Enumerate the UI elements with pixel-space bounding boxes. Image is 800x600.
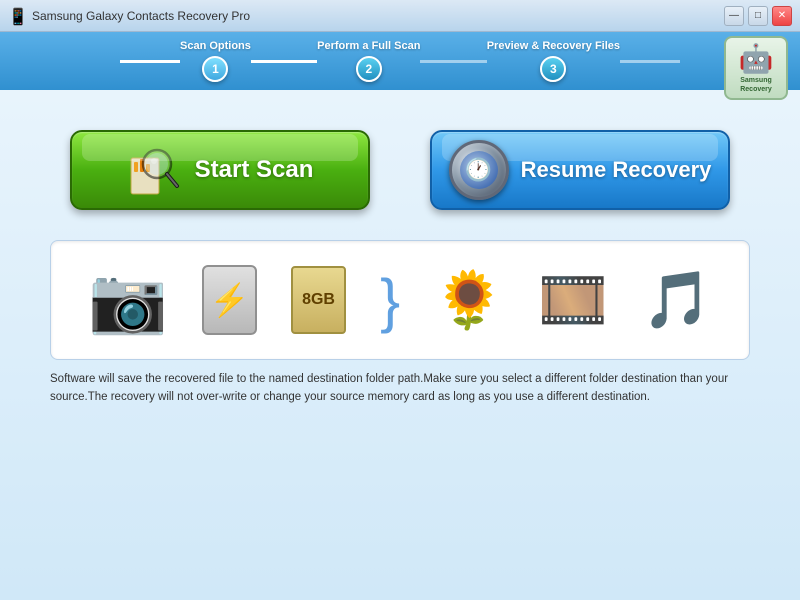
resume-recovery-label: Resume Recovery [521,157,712,183]
window-controls: — □ ✕ [724,6,792,26]
step-1-label: Scan Options [180,40,251,52]
titlebar: 📱 Samsung Galaxy Contacts Recovery Pro —… [0,0,800,32]
main-content: Start Scan 🕐 Resume Recovery 📷 ⚡ 8GB [0,90,800,600]
photos-icon: 🌻 [434,267,504,333]
step-3: Preview & Recovery Files 3 [487,40,620,82]
step-line-2-3 [420,60,486,63]
music-strip: 🎵 [642,267,712,333]
window-title: Samsung Galaxy Contacts Recovery Pro [32,9,724,23]
step-2: Perform a Full Scan 2 [317,40,420,82]
icons-strip: 📷 ⚡ 8GB } 🌻 🎞️ 🎵 [50,240,750,360]
step-3-label: Preview & Recovery Files [487,40,620,52]
bracket-icon: } [380,266,400,335]
scan-magnifier-icon [127,142,183,198]
film-strip-icon: 🎞️ [538,267,608,333]
sd-card-icon: 8GB [291,266,346,334]
samsung-logo-icon: 🤖 [739,42,774,75]
photos-strip: 🌻 [434,267,504,333]
step-2-circle: 2 [356,56,382,82]
close-button[interactable]: ✕ [772,6,792,26]
buttons-row: Start Scan 🕐 Resume Recovery [70,130,730,210]
step-2-label: Perform a Full Scan [317,40,420,52]
samsung-recovery-logo: 🤖 Samsung Recovery [724,36,788,100]
stepbar: Scan Options 1 Perform a Full Scan 2 Pre… [0,32,800,90]
film-icon: 🎞️ [538,267,608,333]
camera-icon-strip: 📷 [88,263,168,338]
resume-recovery-button[interactable]: 🕐 Resume Recovery [430,130,730,210]
steps-container: Scan Options 1 Perform a Full Scan 2 Pre… [120,40,680,82]
music-icon: 🎵 [642,267,712,333]
usb-drive-strip: ⚡ [202,265,257,335]
time-machine-icon: 🕐 [449,140,509,200]
step-line-before-1 [120,60,180,63]
time-machine-inner: 🕐 [460,151,498,189]
start-scan-label: Start Scan [195,156,314,184]
maximize-button[interactable]: □ [748,6,768,26]
app-icon: 📱 [8,7,26,25]
camera-icon: 📷 [88,263,168,338]
start-scan-button[interactable]: Start Scan [70,130,370,210]
sd-card-label: 8GB [302,291,335,309]
sd-card-strip: 8GB [291,266,346,334]
minimize-button[interactable]: — [724,6,744,26]
step-1: Scan Options 1 [180,40,251,82]
step-line-after-3 [620,60,680,63]
step-line-1-2 [251,60,317,63]
bracket-strip: } [380,266,400,335]
usb-drive-icon: ⚡ [202,265,257,335]
step-1-circle: 1 [202,56,228,82]
samsung-logo-label: Samsung Recovery [726,77,786,94]
info-text: Software will save the recovered file to… [50,370,750,407]
step-3-circle: 3 [540,56,566,82]
